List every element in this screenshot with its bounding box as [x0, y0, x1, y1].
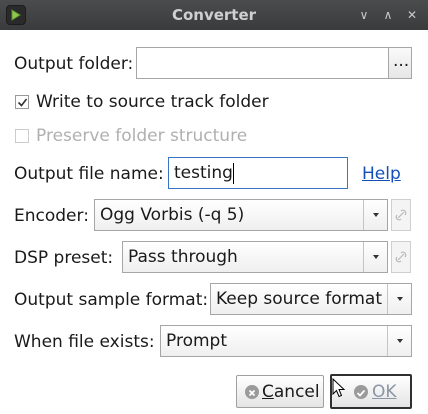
maximize-icon[interactable]: ∧ — [380, 7, 396, 23]
encoder-value: Ogg Vorbis (-q 5) — [100, 205, 245, 225]
sample-format-select[interactable]: Keep source format — [210, 283, 412, 315]
chevron-down-icon — [363, 200, 387, 230]
cancel-button[interactable]: Cancel — [236, 375, 324, 408]
chevron-down-icon — [387, 326, 411, 356]
file-exists-value: Prompt — [166, 331, 227, 351]
write-to-source-label[interactable]: Write to source track folder — [36, 92, 269, 112]
file-exists-label: When file exists: — [14, 332, 155, 352]
minimize-icon[interactable]: ∨ — [356, 7, 372, 23]
mouse-pointer-icon — [332, 378, 345, 398]
dsp-preset-value: Pass through — [128, 247, 238, 267]
checkmark-icon — [17, 98, 28, 107]
output-file-name-label: Output file name: — [14, 164, 164, 184]
chevron-down-icon — [363, 242, 387, 272]
text-caret — [233, 163, 234, 184]
write-to-source-checkbox[interactable] — [15, 95, 29, 109]
sample-format-value: Keep source format — [216, 289, 382, 309]
help-link[interactable]: Help — [362, 164, 401, 184]
dsp-link-button[interactable] — [391, 241, 411, 273]
link-icon — [395, 209, 407, 221]
ok-button[interactable]: OK — [330, 374, 412, 409]
cancel-label: Cancel — [262, 382, 320, 402]
dsp-preset-select[interactable]: Pass through — [122, 241, 388, 273]
file-exists-select[interactable]: Prompt — [160, 325, 412, 357]
sample-format-label: Output sample format: — [14, 290, 209, 310]
link-icon — [395, 251, 407, 263]
browse-button-label: ... — [393, 51, 410, 71]
close-icon[interactable]: ✕ — [404, 7, 420, 23]
output-file-name-field[interactable]: testing — [168, 157, 348, 189]
dsp-preset-label: DSP preset: — [14, 248, 114, 268]
title-bar: Converter ∨ ∧ ✕ — [0, 0, 428, 30]
encoder-link-button[interactable] — [391, 199, 411, 231]
preserve-structure-checkbox[interactable] — [15, 129, 29, 143]
output-folder-label: Output folder: — [14, 54, 134, 74]
browse-folder-button[interactable]: ... — [388, 47, 412, 79]
ok-check-icon — [354, 385, 368, 399]
preserve-structure-label: Preserve folder structure — [36, 126, 248, 146]
encoder-select[interactable]: Ogg Vorbis (-q 5) — [94, 199, 388, 231]
encoder-label: Encoder: — [14, 206, 89, 226]
chevron-down-icon — [387, 284, 411, 314]
ok-label: OK — [372, 382, 397, 402]
cancel-icon — [245, 385, 259, 399]
output-file-name-value: testing — [174, 163, 233, 183]
output-folder-field[interactable] — [136, 47, 389, 79]
